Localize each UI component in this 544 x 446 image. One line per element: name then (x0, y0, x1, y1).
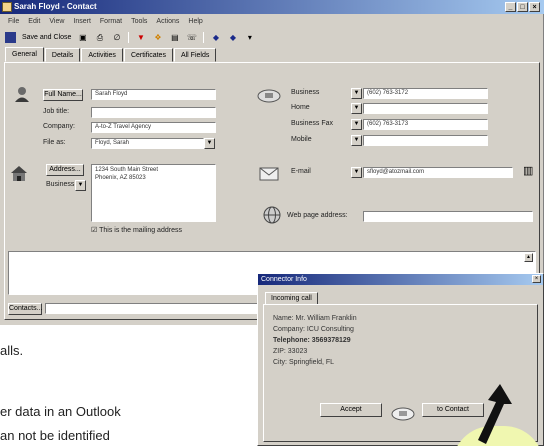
caller-zip: ZIP: 33023 (273, 348, 308, 355)
minimize-button[interactable]: _ (505, 2, 516, 12)
accept-button[interactable]: Accept (320, 403, 382, 417)
chevron-down-icon[interactable]: ▾ (244, 32, 255, 43)
body-text-line-2: er data in an Outlook (0, 404, 121, 419)
address-textarea[interactable]: 1234 South Main Street Phoenix, AZ 85023 (91, 164, 216, 222)
notes-scroll-up[interactable]: ▲ (524, 253, 533, 262)
previous-item-icon[interactable]: ◆ (210, 32, 221, 43)
attach-icon[interactable]: ∅ (111, 32, 122, 43)
address-book-icon[interactable]: ▤ (169, 32, 180, 43)
email-field[interactable]: sfloyd@atozmail.com (363, 167, 513, 178)
phone-type-dropdown[interactable]: ▼ (351, 88, 362, 99)
tab-activities[interactable]: Activities (81, 48, 123, 62)
phone-type-dropdown[interactable]: ▼ (351, 135, 362, 146)
full-name-field[interactable]: Sarah Floyd (91, 89, 216, 100)
globe-icon (263, 206, 281, 224)
caller-name: Name: Mr. William Franklin (273, 315, 357, 322)
address-button[interactable]: Address... (46, 164, 84, 176)
contacts-field[interactable] (45, 303, 260, 314)
dialog-title: Connector Info (261, 276, 307, 283)
menu-format[interactable]: Format (100, 16, 122, 28)
phone-type-dropdown[interactable]: ▼ (351, 103, 362, 114)
save-icon[interactable] (5, 31, 16, 43)
person-icon (15, 87, 29, 102)
menu-bar: File Edit View Insert Format Tools Actio… (0, 16, 544, 28)
toolbar-separator (128, 31, 130, 43)
email-type-dropdown[interactable]: ▼ (351, 167, 362, 178)
window-titlebar[interactable]: Sarah Floyd - Contact _ □ × (0, 0, 544, 14)
home-phone-field[interactable] (363, 103, 488, 114)
window-controls: _ □ × (505, 2, 540, 12)
menu-view[interactable]: View (49, 16, 64, 28)
house-icon (11, 166, 27, 181)
menu-file[interactable]: File (8, 16, 19, 28)
save-disk-icon[interactable]: ▣ (77, 32, 88, 43)
address-type-dropdown[interactable]: ▼ (75, 180, 86, 191)
company-label: Company: (43, 123, 75, 130)
job-title-field[interactable] (91, 107, 216, 118)
mailing-address-checkbox[interactable]: ☑ This is the mailing address (91, 226, 182, 234)
menu-tools[interactable]: Tools (131, 16, 147, 28)
contact-card-icon (2, 2, 12, 12)
file-as-dropdown[interactable]: ▼ (204, 138, 215, 149)
menu-insert[interactable]: Insert (73, 16, 91, 28)
flag-icon[interactable]: ▼ (135, 32, 146, 43)
phone-label-mobile: Mobile (291, 136, 312, 143)
mailing-address-label: This is the mailing address (99, 227, 182, 234)
caller-city: City: Springfield, FL (273, 359, 335, 366)
caller-telephone: Telephone: 3569378129 (273, 337, 351, 344)
company-field[interactable]: A-to-Z Travel Agency (91, 122, 216, 133)
email-label: E-mail (291, 168, 311, 175)
standard-toolbar: Save and Close ▣ ⎙ ∅ ▼ ❖ ▤ ☏ ◆ ◆ ▾ (0, 30, 544, 44)
file-as-field[interactable]: Floyd, Sarah (91, 138, 204, 149)
dialog-titlebar[interactable]: Connector Info × (258, 274, 543, 285)
mobile-phone-field[interactable] (363, 135, 488, 146)
tab-general[interactable]: General (5, 47, 44, 62)
phone-type-dropdown[interactable]: ▼ (351, 119, 362, 130)
contacts-button[interactable]: Contacts... (8, 303, 42, 315)
toolbar-separator (203, 31, 205, 43)
body-text-line-1: alls. (0, 343, 24, 358)
job-title-label: Job title: (43, 108, 70, 115)
tab-all-fields[interactable]: All Fields (173, 48, 217, 62)
full-name-button[interactable]: Full Name... (43, 89, 83, 101)
menu-edit[interactable]: Edit (28, 16, 40, 28)
print-icon[interactable]: ⎙ (94, 32, 105, 43)
screenshot-stage: Sarah Floyd - Contact _ □ × File Edit Vi… (0, 0, 544, 446)
web-page-field[interactable] (363, 211, 533, 222)
save-and-close-button[interactable]: Save and Close (22, 34, 71, 41)
cursor-arrow-icon (478, 384, 512, 444)
tab-certificates[interactable]: Certificates (123, 48, 173, 62)
web-page-label: Web page address: (287, 212, 348, 219)
address-type-label: Business (46, 181, 75, 188)
new-call-icon[interactable]: ☏ (186, 32, 197, 43)
file-as-label: File as: (43, 139, 66, 146)
business-phone-field[interactable]: (602) 763-3172 (363, 88, 488, 99)
tab-details[interactable]: Details (44, 48, 81, 62)
telephone-icon (257, 89, 281, 103)
dialog-close-button[interactable]: × (532, 275, 541, 283)
caller-company: Company: ICU Consulting (273, 326, 354, 333)
categories-icon[interactable]: ❖ (152, 32, 163, 43)
body-text-line-3: an not be identified (0, 428, 110, 443)
window-title: Sarah Floyd - Contact (14, 2, 97, 11)
contact-tabs: General Details Activities Certificates … (5, 47, 217, 62)
address-line-2: Phoenix, AZ 85023 (95, 175, 146, 181)
close-button[interactable]: × (529, 2, 540, 12)
phone-label-home: Home (291, 104, 310, 111)
address-book-icon[interactable]: ▥ (523, 164, 533, 177)
next-item-icon[interactable]: ◆ (227, 32, 238, 43)
maximize-button[interactable]: □ (517, 2, 528, 12)
menu-help[interactable]: Help (188, 16, 202, 28)
address-line-1: 1234 South Main Street (95, 167, 159, 173)
business-fax-field[interactable]: (602) 763-3173 (363, 119, 488, 130)
telephone-icon (391, 407, 415, 421)
email-envelope-icon (259, 167, 279, 181)
phone-label-business: Business (291, 89, 320, 96)
phone-label-business-fax: Business Fax (291, 120, 334, 127)
menu-actions[interactable]: Actions (156, 16, 179, 28)
